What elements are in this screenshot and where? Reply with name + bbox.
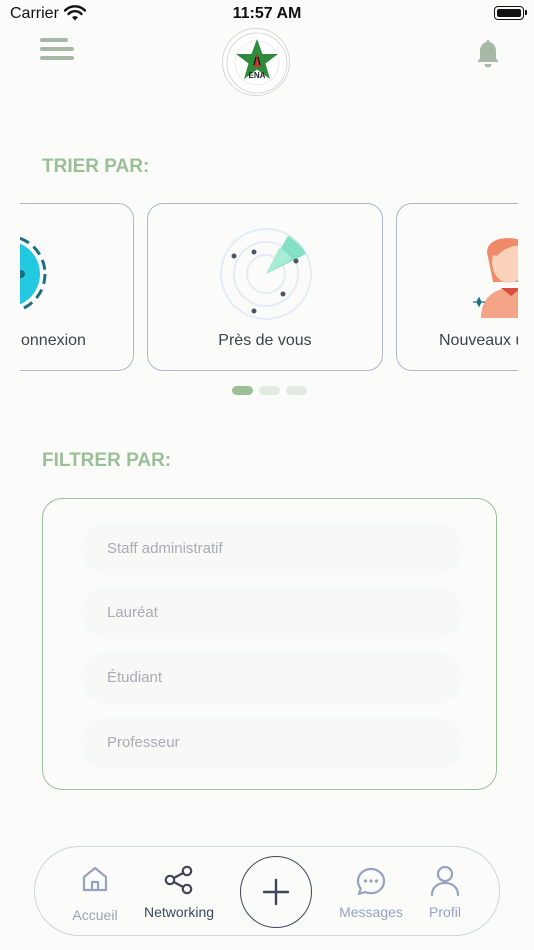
- menu-icon[interactable]: [40, 38, 74, 62]
- pagination-dot[interactable]: [286, 386, 307, 395]
- ena-logo: ENA: [222, 28, 290, 96]
- nav-label: Networking: [143, 904, 215, 920]
- filter-option-etudiant[interactable]: Étudiant: [81, 652, 463, 704]
- home-icon: [82, 866, 108, 892]
- share-network-icon: [164, 865, 193, 895]
- sort-card-connexion[interactable]: onnexion: [20, 203, 134, 371]
- logo-text: ENA: [248, 71, 266, 80]
- chat-bubble-icon: [356, 867, 386, 896]
- sort-card-label: Près de vous: [218, 332, 312, 349]
- bell-icon[interactable]: [476, 40, 500, 73]
- nav-label: Accueil: [72, 907, 118, 923]
- user-icon: [430, 865, 460, 897]
- filter-option-label: Étudiant: [107, 669, 163, 686]
- nav-messages[interactable]: Messages: [331, 847, 411, 937]
- filter-option-label: Lauréat: [107, 604, 158, 621]
- add-button[interactable]: [240, 856, 312, 928]
- filter-option-staff[interactable]: Staff administratif: [81, 523, 463, 575]
- nav-networking[interactable]: Networking: [139, 847, 219, 937]
- filter-option-label: Staff administratif: [107, 540, 223, 557]
- new-user-avatar-icon: [473, 238, 518, 318]
- sort-carousel[interactable]: onnexion Près de vous Nouveaux u: [20, 202, 518, 374]
- filter-option-label: Professeur: [107, 734, 180, 751]
- sort-card-label: Nouveaux u: [439, 332, 518, 349]
- plus-icon: [262, 878, 289, 905]
- sort-card-nearby[interactable]: Près de vous: [147, 203, 383, 371]
- nav-label: Profil: [429, 904, 461, 920]
- nav-accueil[interactable]: Accueil: [63, 847, 127, 937]
- pagination-dot-active[interactable]: [232, 386, 253, 395]
- filter-panel: Staff administratif Lauréat Étudiant Pro…: [42, 498, 497, 790]
- battery-icon: [494, 6, 527, 20]
- status-bar: Carrier 11:57 AM: [0, 0, 534, 30]
- sort-card-new-users[interactable]: Nouveaux u: [396, 203, 518, 371]
- nav-label: Messages: [339, 904, 403, 920]
- sort-title: TRIER PAR:: [42, 156, 150, 177]
- pagination-dot[interactable]: [259, 386, 280, 395]
- filter-title: FILTRER PAR:: [42, 450, 172, 471]
- filter-option-laureat[interactable]: Lauréat: [81, 587, 463, 639]
- sort-card-label: onnexion: [21, 332, 86, 349]
- clock: 11:57 AM: [232, 5, 302, 22]
- filter-option-professeur[interactable]: Professeur: [81, 717, 463, 769]
- radar-icon: [220, 228, 312, 320]
- connexion-illustration-icon: [20, 236, 47, 312]
- nav-profil[interactable]: Profil: [415, 847, 475, 937]
